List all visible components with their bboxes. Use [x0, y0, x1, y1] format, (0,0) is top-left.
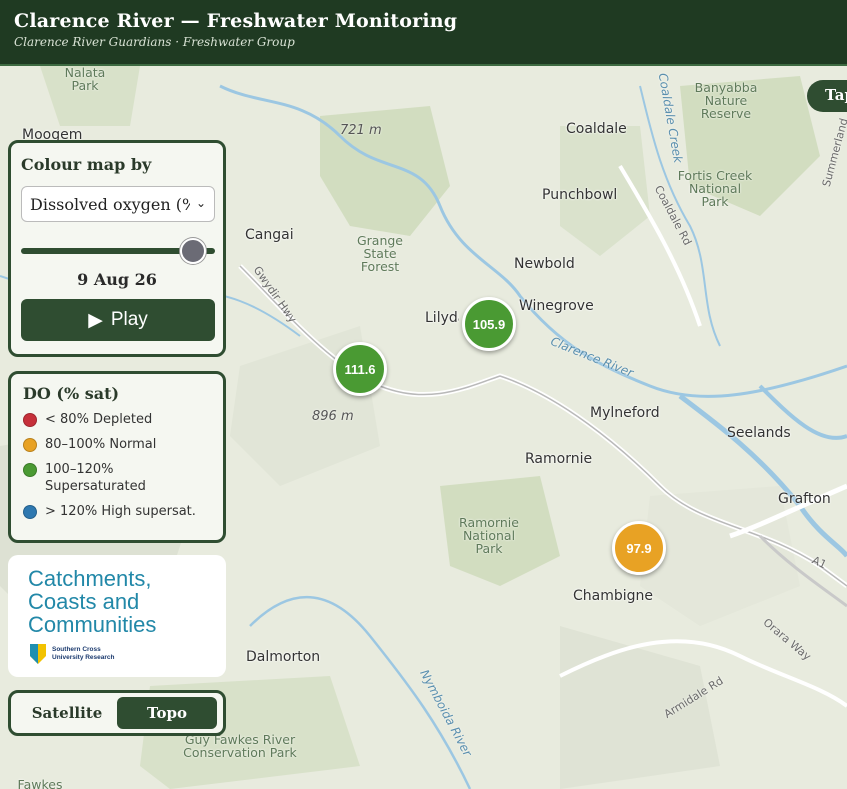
legend-swatch [23, 438, 37, 452]
legend-label: 100–120% Supersaturated [45, 462, 146, 494]
logo-line: Communities [28, 612, 157, 637]
select-value: Dissolved oxygen (% sat) [30, 194, 190, 214]
right-tab-button[interactable]: Tap [807, 80, 847, 112]
org-line: University Research [52, 654, 115, 661]
slider-thumb[interactable] [180, 238, 206, 264]
elevation-label: 896 m [312, 409, 354, 424]
place-label: Lilydale [425, 310, 459, 326]
legend-item: 100–120% Supersaturated [23, 461, 211, 495]
place-label: Ramornie [525, 451, 593, 467]
shield-icon [30, 644, 46, 664]
place-label: Winegrove [519, 298, 594, 314]
topo-option[interactable]: Topo [117, 697, 217, 729]
place-label: Punchbowl [542, 187, 618, 203]
place-label: Cangai [245, 227, 294, 243]
park-label: Ramornie National Park [459, 515, 519, 556]
park-label: Grange State Forest [356, 233, 404, 274]
station-marker[interactable]: 105.9 [462, 297, 516, 351]
elevation-label: 721 m [340, 123, 382, 138]
colour-by-select[interactable]: Dissolved oxygen (% sat) ⌄ [21, 186, 215, 222]
station-marker[interactable]: 111.6 [333, 342, 387, 396]
play-label: Play [110, 309, 148, 330]
park-label: Fortis Creek National Park [677, 168, 753, 209]
legend-panel: DO (% sat) < 80% Depleted 80–100% Normal… [8, 371, 226, 543]
place-label: Mylneford [590, 405, 660, 421]
current-date: 9 Aug 26 [77, 270, 157, 289]
play-icon: ▶ [88, 309, 103, 331]
place-label: Coaldale [566, 121, 627, 137]
university-badge: Southern Cross University Research [28, 642, 206, 666]
place-label: Dalmorton [246, 649, 321, 665]
place-label: Chambigne [573, 588, 654, 604]
partner-logo: Catchments, Coasts and Communities South… [8, 555, 226, 677]
park-label: Fawkes [17, 777, 63, 789]
legend-label: 80–100% Normal [45, 437, 157, 452]
legend-swatch [23, 413, 37, 427]
logo-line: Coasts and [28, 589, 140, 614]
controls-panel: Colour map by Dissolved oxygen (% sat) ⌄… [8, 140, 226, 357]
place-label: Grafton [778, 491, 831, 507]
play-button[interactable]: ▶ Play [21, 299, 215, 341]
park-label: Nalata Park [64, 66, 106, 93]
page-title: Clarence River — Freshwater Monitoring [14, 10, 458, 32]
basemap-toggle: Satellite Topo [8, 690, 226, 736]
colour-by-heading: Colour map by [21, 155, 152, 174]
legend-label: > 120% High supersat. [45, 504, 196, 519]
satellite-option[interactable]: Satellite [17, 697, 117, 729]
org-line: Southern Cross [52, 646, 101, 653]
legend-item: < 80% Depleted [23, 411, 211, 428]
legend-label: < 80% Depleted [45, 412, 153, 427]
legend-swatch [23, 505, 37, 519]
chevron-down-icon: ⌄ [195, 196, 206, 210]
place-label: Seelands [727, 425, 791, 441]
legend-item: 80–100% Normal [23, 436, 211, 453]
legend-title: DO (% sat) [23, 384, 120, 403]
park-label: Guy Fawkes River Conservation Park [183, 732, 297, 760]
date-slider[interactable] [21, 238, 215, 264]
page-subtitle: Clarence River Guardians · Freshwater Gr… [14, 35, 295, 49]
station-marker[interactable]: 97.9 [612, 521, 666, 575]
legend-swatch [23, 463, 37, 477]
logo-line: Catchments, [28, 566, 152, 591]
park-label: Banyabba Nature Reserve [694, 80, 758, 121]
place-label: Newbold [514, 256, 575, 272]
legend-item: > 120% High supersat. [23, 503, 211, 520]
app-header: Clarence River — Freshwater Monitoring C… [0, 0, 847, 66]
